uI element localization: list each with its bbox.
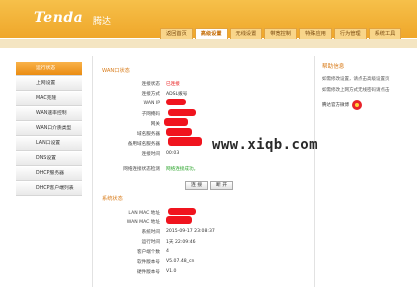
sidebar-item-dhcp-clients[interactable]: DHCP客户端列表: [16, 182, 82, 196]
sidebar-item-mac-clone[interactable]: MAC克隆: [16, 92, 82, 106]
software-version: V5.07.48_cn: [166, 259, 195, 264]
tab-wireless[interactable]: 无线设置: [229, 28, 263, 39]
system-row-label: LAN MAC 地址: [128, 211, 160, 216]
system-row-label: 硬件版本号: [137, 270, 160, 275]
help-title: 帮助信息: [322, 64, 345, 70]
redacted-lan-mac: [168, 208, 196, 215]
uptime: 1天 22:09:46: [166, 240, 196, 245]
help-panel: 帮助信息 如需修改设置，请点击高级设置页 如需修改上网方式无线密码请点击 腾达官…: [322, 62, 402, 110]
system-row-label: 客户端个数: [137, 250, 160, 255]
redacted-wan-mac: [166, 216, 192, 224]
system-status-title: 系统状态: [102, 196, 123, 202]
wan-connection-type: ADSL拨号: [166, 92, 188, 97]
disconnect-button[interactable]: 断 开: [210, 181, 234, 190]
weibo-label[interactable]: 腾达官方微博: [322, 102, 349, 108]
wan-connection-time: 00:03: [166, 151, 180, 156]
network-check-label: 网络连接状态检测: [123, 167, 160, 172]
hardware-version: V1.0: [166, 269, 177, 274]
tab-system-tools[interactable]: 系统工具: [368, 28, 402, 39]
weibo-icon[interactable]: [352, 100, 362, 110]
help-text: 如需修改设置，请点击高级设置页: [322, 77, 390, 82]
main-nav: 返回首页 高级设置 无线设置 带宽控制 特殊应用 行为管理 系统工具: [160, 28, 403, 39]
client-count: 4: [166, 249, 169, 254]
header-bar: Tenda 腾达 返回首页 高级设置 无线设置 带宽控制 特殊应用 行为管理 系…: [0, 0, 417, 39]
redacted-subnet-mask: [168, 109, 196, 116]
wan-row-label: 备用域名服务器: [127, 142, 160, 147]
system-row-label: 运行时间: [141, 240, 160, 245]
sidebar-item-lan-settings[interactable]: LAN口设置: [16, 137, 82, 151]
sidebar-item-wan-speed[interactable]: WAN速率控制: [16, 107, 82, 121]
help-text: 如需修改上网方式无线密码请点击: [322, 88, 390, 93]
watermark: www.xiqb.com: [212, 137, 318, 153]
wan-status-title: WAN口状态: [102, 68, 130, 74]
wan-row-label: 网关: [150, 122, 160, 127]
wan-row-label: 域名服务器: [137, 132, 160, 137]
redacted-wan-ip: [166, 99, 186, 105]
redacted-dns-backup: [168, 137, 202, 146]
connect-button[interactable]: 连 接: [185, 181, 209, 190]
sidebar-item-internet-settings[interactable]: 上网设置: [16, 77, 82, 91]
wan-row-label: 连接状态: [141, 82, 160, 87]
sidebar-item-dns[interactable]: DNS设置: [16, 152, 82, 166]
redacted-gateway: [164, 118, 188, 126]
wan-row-label: 连接时间: [141, 152, 160, 157]
sidebar-item-dhcp-server[interactable]: DHCP服务器: [16, 167, 82, 181]
wan-connection-status: 已连接: [166, 82, 180, 87]
network-check-status: 网络连接成功。: [166, 167, 199, 172]
sidebar: 运行状态 上网设置 MAC克隆 WAN速率控制 WAN口介质类型 LAN口设置 …: [16, 62, 82, 197]
system-row-label: 系统时间: [141, 230, 160, 235]
tab-behavior[interactable]: 行为管理: [333, 28, 367, 39]
tab-special-apps[interactable]: 特殊应用: [299, 28, 332, 39]
sidebar-item-wan-media[interactable]: WAN口介质类型: [16, 122, 82, 136]
tenda-logo-cn: 腾达: [93, 17, 112, 27]
wan-row-label: 子网掩码: [141, 112, 160, 117]
wan-row-label: WAN IP: [143, 101, 160, 106]
weibo-link[interactable]: 腾达官方微博: [322, 100, 402, 110]
system-time: 2015-09-17 23:08:37: [166, 229, 215, 234]
tab-bandwidth[interactable]: 带宽控制: [264, 28, 298, 39]
wan-row-label: 连接方式: [141, 92, 160, 97]
system-row-label: WAN MAC 地址: [126, 220, 160, 225]
system-row-label: 软件版本号: [137, 260, 160, 265]
sidebar-item-running-status[interactable]: 运行状态: [16, 62, 82, 76]
tab-home[interactable]: 返回首页: [160, 28, 193, 39]
tab-advanced[interactable]: 高级设置: [194, 28, 228, 39]
redacted-dns-primary: [166, 128, 192, 136]
header-band: [0, 39, 417, 48]
tenda-logo[interactable]: Tenda: [34, 10, 83, 26]
